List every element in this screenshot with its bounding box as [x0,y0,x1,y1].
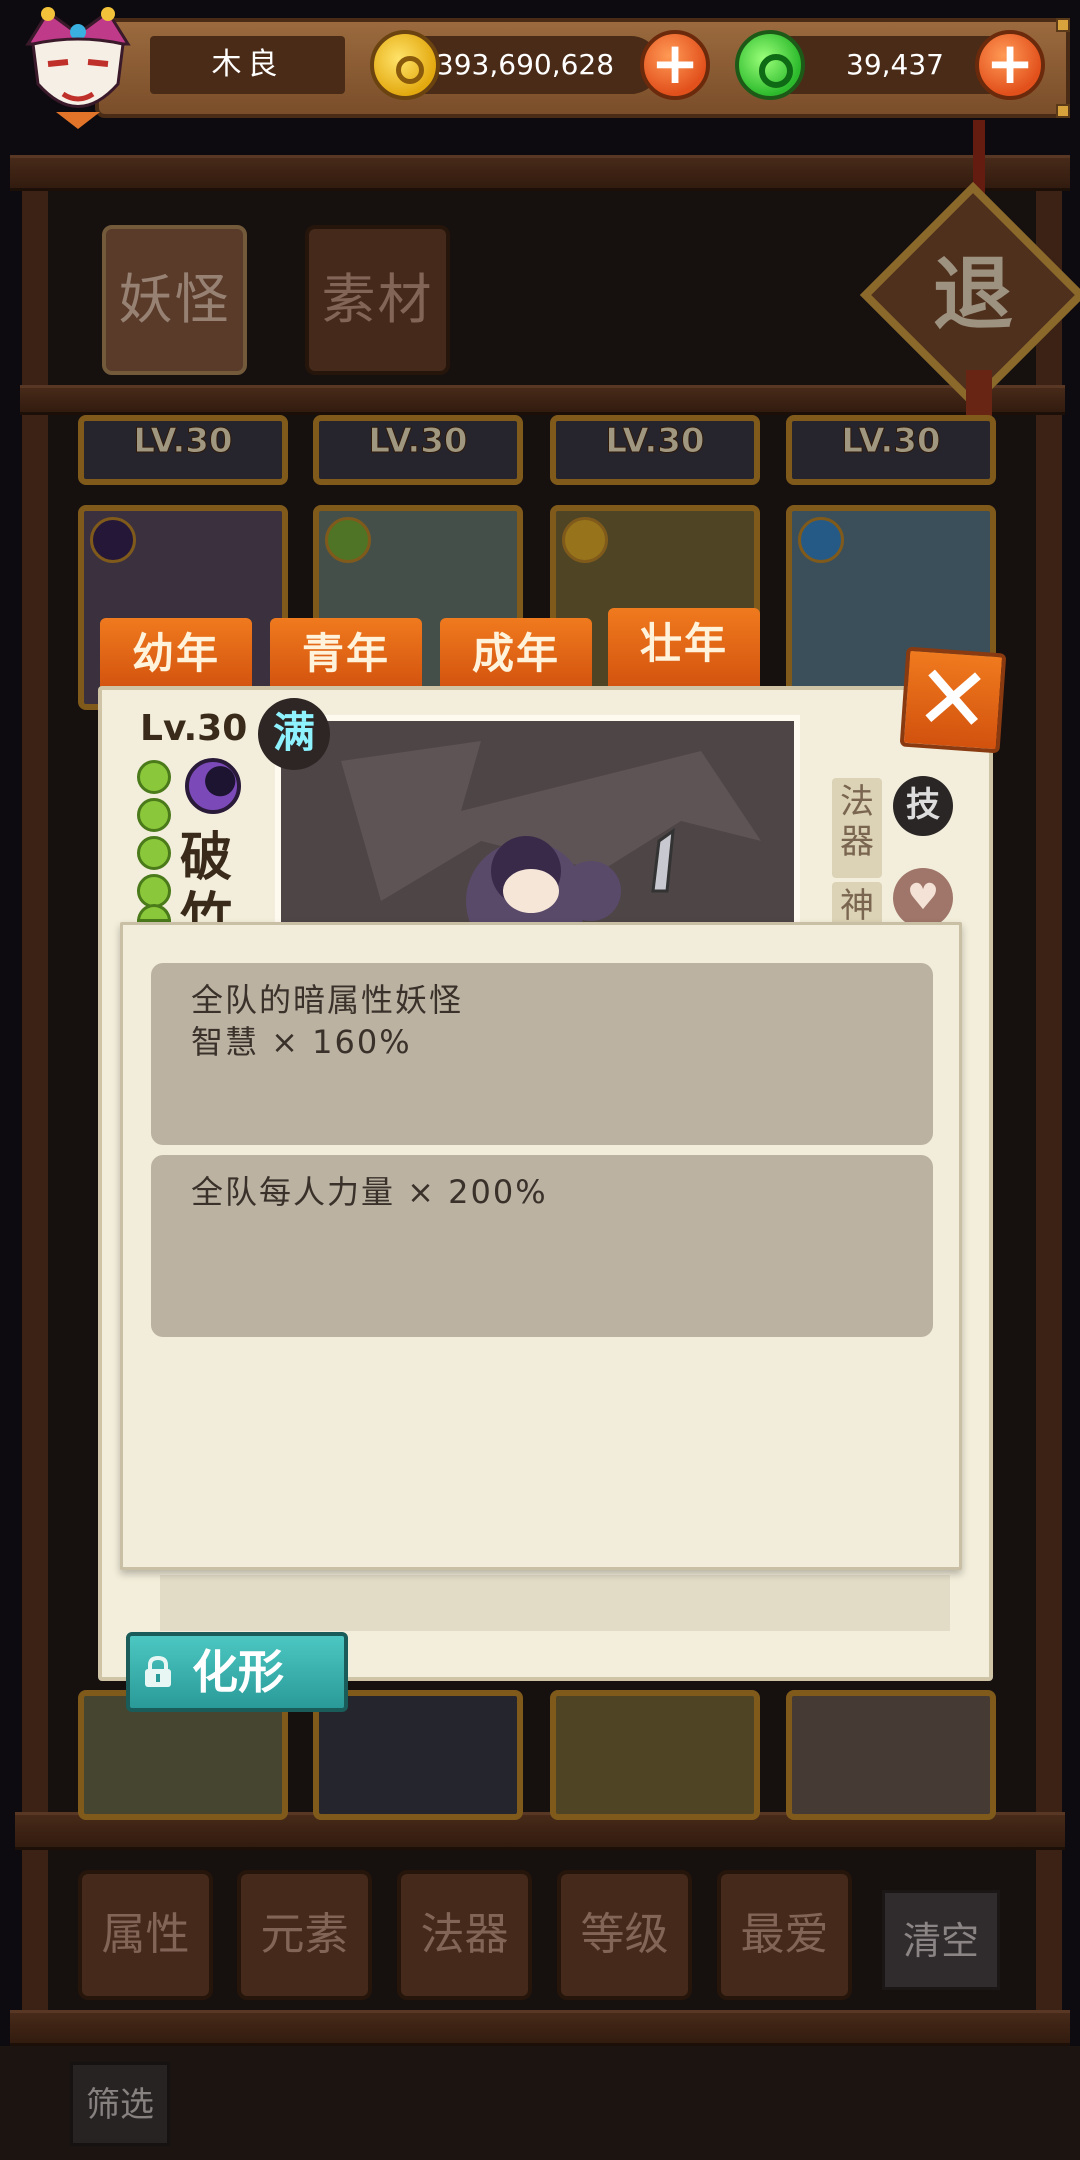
skill-1-line-1: 全队的暗属性妖怪 [191,981,464,1019]
skill-2-line-1: 全队每人力量 × 200% [191,1173,548,1211]
skill-1-line-2: 智慧 × 160% [191,1023,412,1061]
player-name: 木良 [150,36,345,94]
skill-description-1: 全队的暗属性妖怪 智慧 × 160% [151,963,933,1145]
monster-portrait [275,715,800,935]
corner-ornament [1056,104,1070,118]
tab-adult[interactable]: 成年 [440,618,592,690]
tab-prime[interactable]: 壮年 [608,608,760,690]
gold-coin-icon [370,30,440,100]
add-gem-button[interactable]: + [975,30,1045,100]
star-icon [137,760,171,794]
heart-icon[interactable]: ♥ [893,868,953,928]
monster-level: Lv.30 [140,708,248,749]
dark-moon-icon [185,758,241,814]
side-tag-artifact[interactable]: 法器 [832,778,882,878]
close-button[interactable]: ✕ [899,644,1007,755]
star-icon [137,798,171,832]
skill-tooltip: 全队的暗属性妖怪 智慧 × 160% 全队每人力量 × 200% [120,922,962,1570]
portrait-art [281,721,794,929]
jade-coin-icon [735,30,805,100]
star-icon [137,874,171,908]
tab-young[interactable]: 幼年 [100,618,252,690]
star-icon [137,836,171,870]
corner-ornament [1056,18,1070,32]
max-level-badge: 满 [258,698,330,770]
lock-icon [145,1655,171,1687]
add-gold-button[interactable]: + [640,30,710,100]
panel-footer-strip [160,1575,950,1631]
tab-youth[interactable]: 青年 [270,618,422,690]
skill-description-2: 全队每人力量 × 200% [151,1155,933,1337]
skill-icon[interactable]: 技 [893,776,953,836]
player-avatar[interactable] [8,4,148,132]
